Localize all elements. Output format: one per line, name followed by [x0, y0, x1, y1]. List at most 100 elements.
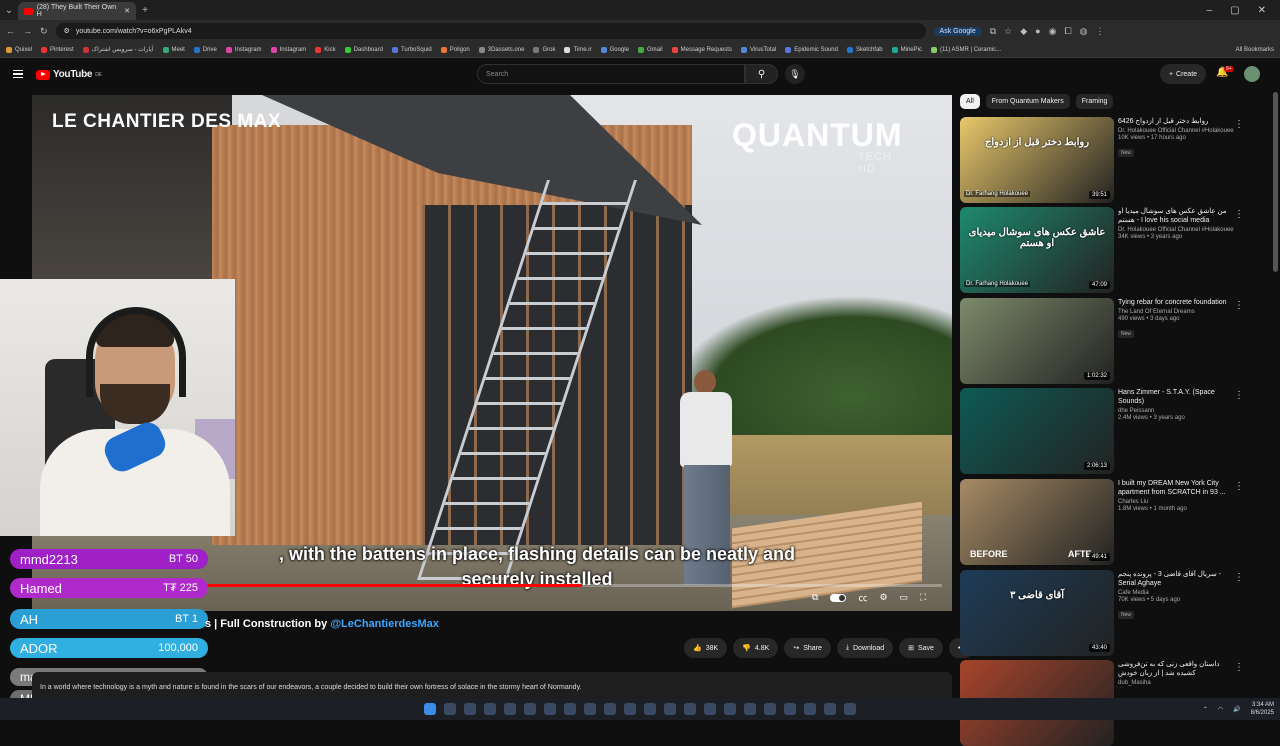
forward-icon[interactable]: →	[23, 26, 32, 36]
chrome-icon[interactable]	[564, 703, 576, 715]
recommendation-channel[interactable]: Charles Liu	[1118, 499, 1236, 505]
telegram-icon[interactable]	[604, 703, 616, 715]
url-field[interactable]: ⚙ youtube.com/watch?v=o6xPgPLAkv4	[55, 23, 926, 39]
minimize-icon[interactable]: –	[1207, 5, 1213, 16]
recommendation-thumbnail[interactable]: 1:02:32	[960, 298, 1114, 384]
bookmark-item[interactable]: (11) ASMR | Ceramic...	[930, 46, 1001, 53]
reload-icon[interactable]: ↻	[40, 26, 48, 37]
settings-gear-icon[interactable]: ⚙	[879, 592, 887, 603]
recommendation-channel[interactable]: Dr. Holakouee Official Channel #Holakoue…	[1118, 227, 1236, 233]
steam-icon[interactable]	[644, 703, 656, 715]
taskbar-app-icon[interactable]	[784, 703, 796, 715]
more-options-icon[interactable]: ⋮	[1234, 209, 1244, 220]
more-options-icon[interactable]: ⋮	[1234, 662, 1244, 673]
tray-chevron-icon[interactable]: ⌃	[1203, 706, 1208, 713]
bookmark-item[interactable]: Dashboard	[344, 46, 383, 53]
maximize-icon[interactable]: ▢	[1230, 5, 1239, 16]
search-button[interactable]: ⚲	[745, 64, 778, 84]
page-scrollbar[interactable]	[1273, 92, 1278, 272]
download-button[interactable]: ⤓ Download	[836, 638, 894, 658]
search-input[interactable]: Search	[477, 64, 745, 84]
clock[interactable]: 3:34 AM 8/6/2025	[1251, 701, 1274, 717]
extensions-puzzle-icon[interactable]: ⧠	[1064, 26, 1071, 37]
recommendation-card[interactable]: 2:06:13 Hans Zimmer - S.T.A.Y. (Space Sou…	[960, 388, 1260, 474]
filter-chip[interactable]: Framing	[1075, 94, 1114, 109]
miniplayer-icon[interactable]: ⧉	[812, 592, 818, 603]
more-options-icon[interactable]: ⋮	[1234, 572, 1244, 583]
install-icon[interactable]: ⧉	[990, 26, 996, 37]
captions-icon[interactable]: ㏄	[858, 591, 867, 604]
recommendation-thumbnail[interactable]: 2:06:13	[960, 388, 1114, 474]
recommendation-title[interactable]: Tying rebar for concrete foundation	[1118, 298, 1236, 307]
like-button[interactable]: 👍 38K	[684, 638, 728, 658]
profile-icon[interactable]: ◍	[1080, 26, 1088, 37]
bookmark-item[interactable]: Poligon	[440, 46, 470, 53]
recommendation-title[interactable]: داستان واقعی زنی که به تن‌فروشی کشیده شد…	[1118, 660, 1236, 678]
bookmark-item[interactable]: Instagram	[270, 46, 306, 53]
bookmark-item[interactable]: TurboSquid	[391, 46, 432, 53]
theater-mode-icon[interactable]: ▭	[900, 592, 909, 603]
all-bookmarks-button[interactable]: All Bookmarks	[1236, 47, 1274, 53]
recommendation-channel[interactable]: dub_Masiha	[1118, 680, 1236, 686]
bookmark-item[interactable]: Instagram	[225, 46, 262, 53]
new-tab-icon[interactable]: +	[136, 1, 154, 19]
bookmark-item[interactable]: Meet	[162, 46, 185, 53]
recommendation-channel[interactable]: dhe Peissann	[1118, 408, 1236, 414]
recommendation-thumbnail[interactable]: روابط دختر قبل از ازدواج Dr. Farhang Hola…	[960, 117, 1114, 203]
site-info-icon[interactable]: ⚙	[64, 27, 70, 35]
taskbar-app-icon[interactable]	[704, 703, 716, 715]
extension-icon[interactable]: ◆	[1020, 26, 1027, 37]
bookmark-star-icon[interactable]: ☆	[1004, 26, 1012, 37]
back-icon[interactable]: ←	[6, 26, 15, 36]
recommendation-card[interactable]: 1:02:32 Tying rebar for concrete foundati…	[960, 298, 1260, 384]
bookmark-item[interactable]: Kick	[315, 46, 336, 53]
taskbar-app-icon[interactable]	[844, 703, 856, 715]
more-options-icon[interactable]: ⋮	[1234, 481, 1244, 492]
more-options-icon[interactable]: ⋮	[1234, 119, 1244, 130]
bookmark-item[interactable]: Drive	[193, 46, 217, 53]
autoplay-toggle[interactable]	[830, 593, 847, 602]
menu-icon[interactable]: ⋮	[1096, 26, 1105, 37]
recommendation-thumbnail[interactable]: عاشق عکس های سوشال میدیای او هستم Dr. Far…	[960, 207, 1114, 293]
bookmark-item[interactable]: VirusTotal	[740, 46, 776, 53]
taskbar-app-icon[interactable]	[724, 703, 736, 715]
taskbar-app-icon[interactable]	[824, 703, 836, 715]
recommendation-title[interactable]: I built my DREAM New York City apartment…	[1118, 479, 1236, 497]
recommendation-channel[interactable]: Cafe Media	[1118, 590, 1236, 596]
more-options-icon[interactable]: ⋮	[1234, 390, 1244, 401]
channel-handle-link[interactable]: @LeChantierdesMax	[330, 618, 439, 630]
taskbar-app-icon[interactable]	[504, 703, 516, 715]
file-explorer-icon[interactable]	[464, 703, 476, 715]
more-options-icon[interactable]: ⋮	[1234, 300, 1244, 311]
dislike-button[interactable]: 👎 4.8K	[733, 638, 779, 658]
tab-search-icon[interactable]: ⌄	[0, 1, 18, 19]
filter-chip[interactable]: All	[960, 94, 980, 109]
taskbar-app-icon[interactable]	[584, 703, 596, 715]
recommendation-title[interactable]: Hans Zimmer - S.T.A.Y. (Space Sounds)	[1118, 388, 1236, 406]
filter-chip[interactable]: From Quantum Makers	[985, 94, 1070, 109]
voice-search-button[interactable]: 🎙	[785, 64, 805, 84]
recommendation-title[interactable]: من عاشق عکس های سوشال میدیا او هستم - I …	[1118, 207, 1236, 225]
recommendation-channel[interactable]: Dr. Holakouee Official Channel #Holakoue…	[1118, 128, 1236, 134]
bookmark-item[interactable]: 3Dassets.one	[478, 46, 524, 53]
taskbar-app-icon[interactable]	[624, 703, 636, 715]
discord-icon[interactable]	[684, 703, 696, 715]
taskbar-app-icon[interactable]	[804, 703, 816, 715]
bookmark-item[interactable]: آپارات - سرویس اشتراک	[82, 46, 154, 53]
search-taskbar-icon[interactable]	[484, 703, 496, 715]
bookmark-item[interactable]: MinePic	[891, 46, 922, 53]
extension-icon[interactable]: ●	[1035, 26, 1040, 36]
bookmark-item[interactable]: Time.ir	[564, 46, 592, 53]
volume-icon[interactable]: 🔊	[1233, 706, 1240, 713]
taskbar-app-icon[interactable]	[664, 703, 676, 715]
recommendation-card[interactable]: عاشق عکس های سوشال میدیای او هستم Dr. Far…	[960, 207, 1260, 293]
share-button[interactable]: ↪ Share	[784, 638, 831, 658]
bookmark-item[interactable]: Message Requests	[671, 46, 732, 53]
create-button[interactable]: + Create	[1160, 64, 1206, 84]
bookmark-item[interactable]: Pinterest	[41, 46, 74, 53]
taskbar-app-icon[interactable]	[444, 703, 456, 715]
recommendation-title[interactable]: روابط دختر قبل از ازدواج 6426	[1118, 117, 1236, 126]
browser-tab[interactable]: (28) They Built Their Own H ✕	[18, 2, 136, 20]
bookmark-item[interactable]: Sketchfab	[846, 46, 883, 53]
fullscreen-icon[interactable]: ⛶	[920, 592, 926, 603]
